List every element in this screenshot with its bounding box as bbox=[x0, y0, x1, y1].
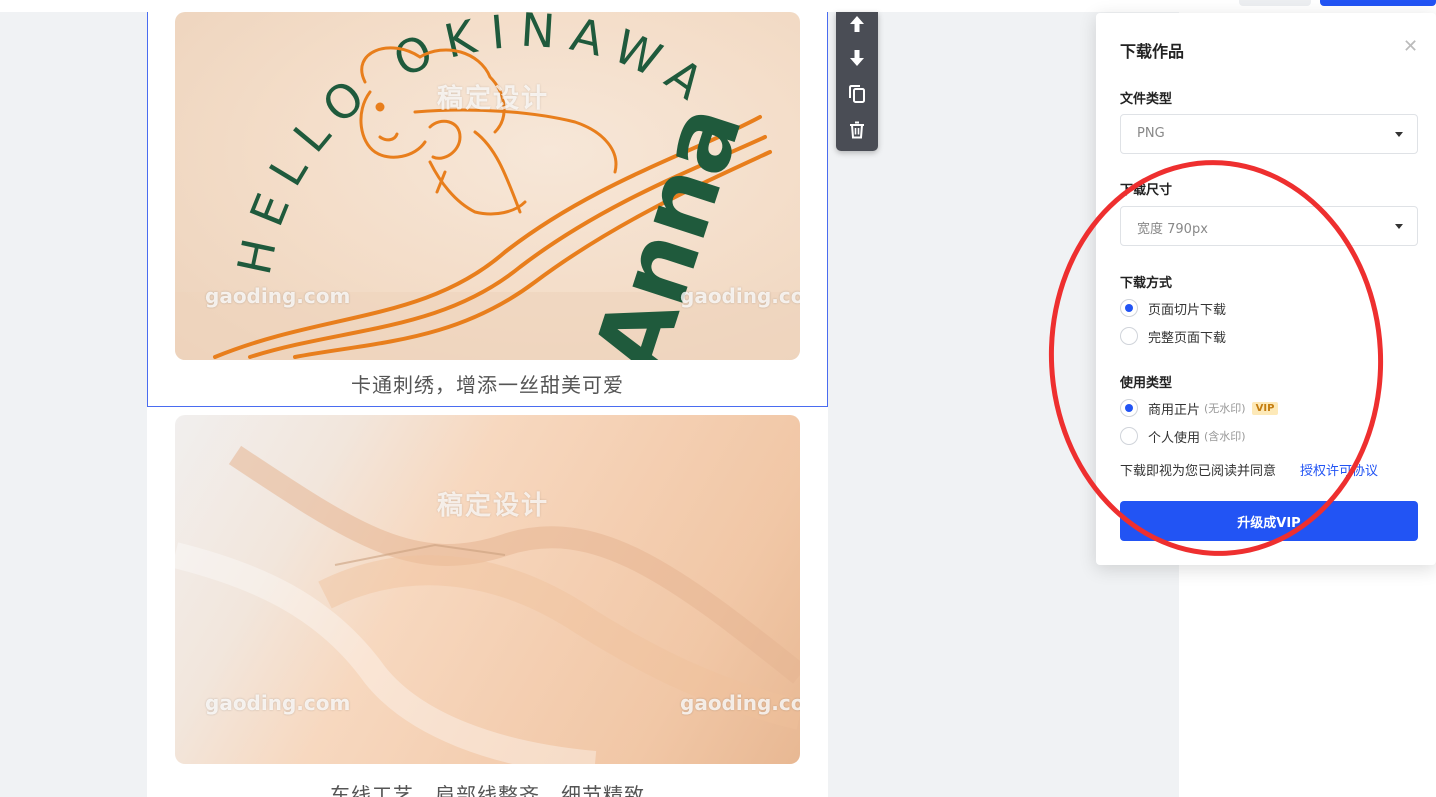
duplicate-button[interactable] bbox=[836, 76, 878, 112]
trash-icon bbox=[850, 121, 864, 139]
top-bar bbox=[0, 0, 1436, 12]
copy-icon bbox=[849, 85, 865, 103]
license-agreement-link[interactable]: 授权许可协议 bbox=[1300, 460, 1378, 479]
move-up-button[interactable] bbox=[836, 6, 878, 42]
radio-label: 个人使用 bbox=[1148, 430, 1201, 446]
radio-label: 商用正片 bbox=[1148, 402, 1201, 418]
radio-sublabel: (无水印) bbox=[1204, 402, 1246, 415]
chevron-down-icon bbox=[1395, 224, 1403, 229]
download-size-select[interactable]: 宽度 790px bbox=[1120, 206, 1418, 246]
radio-personal[interactable]: 个人使用 (含水印) bbox=[1120, 426, 1246, 446]
usage-type-label: 使用类型 bbox=[1120, 376, 1173, 391]
arrow-up-icon bbox=[850, 16, 864, 32]
radio-label: 完整页面下载 bbox=[1148, 330, 1227, 346]
caption-text[interactable]: 车线工艺，肩部线整齐，细节精致 bbox=[147, 779, 828, 797]
design-page[interactable]: HELLO OKINAWA Anna 稿定设计 gaoding.com gaod… bbox=[147, 12, 828, 797]
radio-sublabel: (含水印) bbox=[1204, 430, 1246, 443]
download-panel: 下载作品 ✕ 文件类型 PNG 下载尺寸 宽度 790px 下载方式 页面切片下… bbox=[1096, 13, 1436, 565]
vip-badge: VIP bbox=[1251, 401, 1279, 415]
upgrade-vip-button[interactable]: 升级成VIP bbox=[1120, 501, 1418, 541]
agreement-text: 下载即视为您已阅读并同意 bbox=[1120, 464, 1277, 479]
radio-slice-download[interactable]: 页面切片下载 bbox=[1120, 298, 1226, 318]
file-type-label: 文件类型 bbox=[1120, 92, 1173, 107]
element-toolbar bbox=[836, 12, 878, 151]
fabric-photo[interactable]: 稿定设计 gaoding.com gaoding.com bbox=[175, 415, 800, 764]
file-type-value: PNG bbox=[1137, 126, 1165, 141]
download-method-label: 下载方式 bbox=[1120, 276, 1173, 291]
download-size-value: 宽度 790px bbox=[1137, 222, 1208, 237]
caption-text[interactable]: 卡通刺绣，增添一丝甜美可爱 bbox=[147, 369, 828, 398]
embroidery-photo[interactable]: HELLO OKINAWA Anna 稿定设计 gaoding.com gaod… bbox=[175, 12, 800, 360]
embroidery-illustration: HELLO OKINAWA Anna bbox=[175, 12, 800, 360]
arrow-down-icon bbox=[850, 50, 864, 66]
radio-button[interactable] bbox=[1120, 427, 1138, 445]
radio-button[interactable] bbox=[1120, 399, 1138, 417]
panel-title: 下载作品 bbox=[1120, 42, 1185, 61]
radio-commercial[interactable]: 商用正片 (无水印) VIP bbox=[1120, 398, 1279, 418]
file-type-select[interactable]: PNG bbox=[1120, 114, 1418, 154]
top-secondary-button[interactable] bbox=[1239, 0, 1311, 6]
fabric-folds bbox=[175, 445, 800, 764]
top-primary-button[interactable] bbox=[1320, 0, 1436, 6]
radio-label: 页面切片下载 bbox=[1148, 302, 1227, 318]
delete-button[interactable] bbox=[836, 112, 878, 148]
download-size-label: 下载尺寸 bbox=[1120, 183, 1173, 198]
move-down-button[interactable] bbox=[836, 40, 878, 76]
radio-button[interactable] bbox=[1120, 299, 1138, 317]
radio-full-page-download[interactable]: 完整页面下载 bbox=[1120, 326, 1226, 346]
chevron-down-icon bbox=[1395, 132, 1403, 137]
radio-button[interactable] bbox=[1120, 327, 1138, 345]
close-icon[interactable]: ✕ bbox=[1403, 38, 1418, 56]
